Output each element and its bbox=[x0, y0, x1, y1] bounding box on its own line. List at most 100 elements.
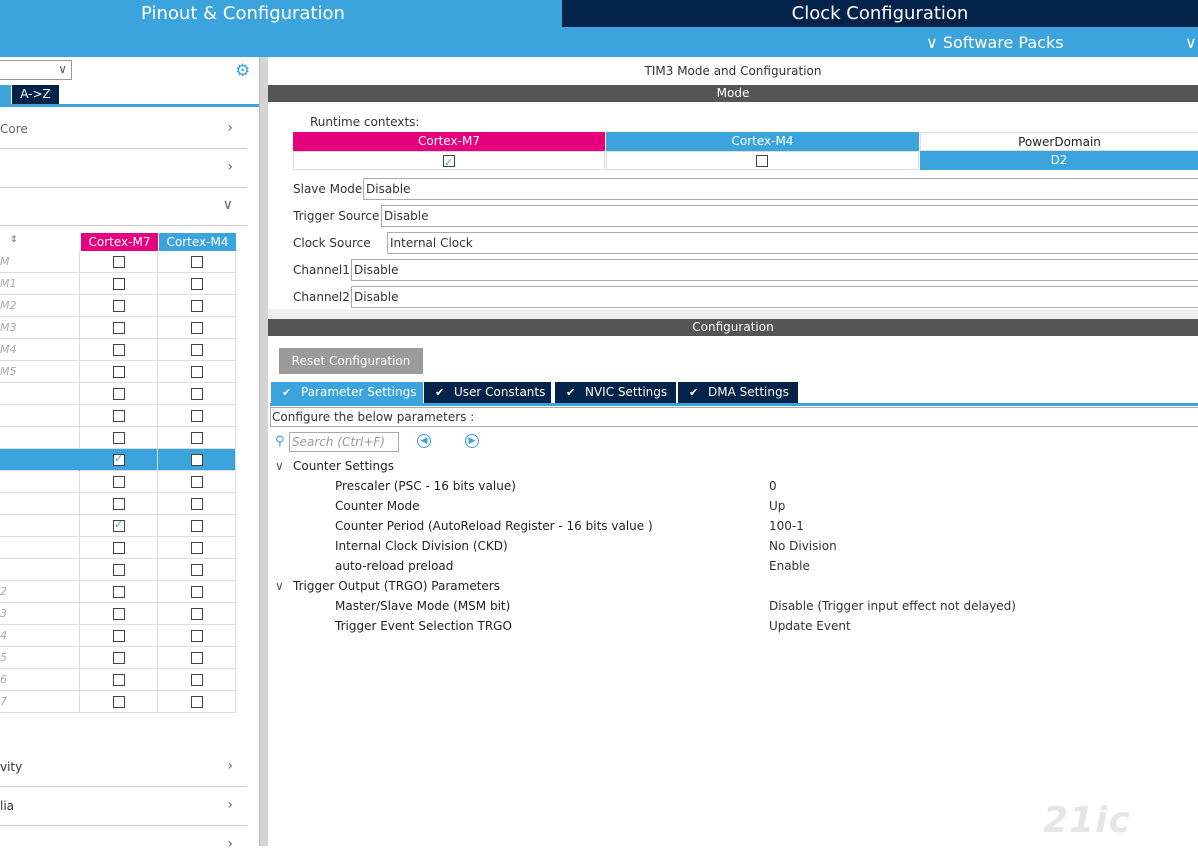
table-row[interactable]: 5 bbox=[0, 647, 236, 669]
category-connectivity[interactable]: vity › bbox=[0, 749, 247, 787]
chevron-down-icon[interactable]: ∨ bbox=[1185, 33, 1197, 52]
param-value[interactable]: 0 bbox=[769, 479, 777, 493]
table-row[interactable] bbox=[0, 559, 236, 581]
cortex-m4-checkbox[interactable] bbox=[191, 344, 203, 356]
clock-source-select[interactable]: Internal Clock bbox=[387, 232, 1198, 254]
tab-dma-settings[interactable]: ✔ DMA Settings bbox=[678, 382, 798, 403]
table-row[interactable] bbox=[0, 405, 236, 427]
cortex-m4-checkbox[interactable] bbox=[191, 652, 203, 664]
tab-user-constants[interactable]: ✔ User Constants bbox=[424, 382, 551, 403]
slave-mode-select[interactable]: Disable bbox=[363, 178, 1198, 200]
cortex-m4-checkbox[interactable] bbox=[191, 432, 203, 444]
table-row[interactable] bbox=[0, 515, 236, 537]
table-row[interactable] bbox=[0, 383, 236, 405]
tab-parameter-settings[interactable]: ✔ Parameter Settings bbox=[271, 382, 423, 403]
group-trigger-output[interactable]: ∨ Trigger Output (TRGO) Parameters bbox=[275, 579, 500, 593]
category-core[interactable]: Core › bbox=[0, 111, 247, 149]
cortex-m4-checkbox[interactable] bbox=[191, 630, 203, 642]
category-select[interactable]: ∨ bbox=[0, 60, 72, 80]
search-input[interactable]: Search (Ctrl+F) bbox=[289, 432, 399, 452]
cortex-m7-checkbox[interactable] bbox=[113, 674, 125, 686]
cortex-m7-checkbox[interactable] bbox=[113, 498, 125, 510]
category-item[interactable]: › bbox=[0, 827, 247, 865]
cortex-m7-checkbox[interactable] bbox=[113, 432, 125, 444]
channel2-select[interactable]: Disable bbox=[351, 286, 1198, 308]
cortex-m7-checkbox[interactable] bbox=[113, 410, 125, 422]
cortex-m4-checkbox[interactable] bbox=[191, 278, 203, 290]
cortex-m4-checkbox[interactable] bbox=[191, 476, 203, 488]
table-row[interactable]: M4 bbox=[0, 339, 236, 361]
table-row[interactable]: M2 bbox=[0, 295, 236, 317]
cortex-m7-checkbox[interactable] bbox=[113, 518, 125, 532]
gear-icon[interactable]: ⚙ bbox=[235, 61, 250, 81]
cortex-m7-checkbox[interactable] bbox=[113, 366, 125, 378]
cortex-m7-checkbox[interactable] bbox=[113, 300, 125, 312]
param-value[interactable]: Disable (Trigger input effect not delaye… bbox=[769, 599, 1016, 613]
context-m7-checkbox[interactable] bbox=[443, 153, 455, 172]
cortex-m7-checkbox[interactable] bbox=[113, 476, 125, 488]
context-m4-checkbox[interactable] bbox=[756, 155, 768, 167]
category-item-expanded[interactable]: ∨ bbox=[0, 188, 247, 226]
cortex-m4-checkbox[interactable] bbox=[191, 498, 203, 510]
az-sort-tab[interactable]: A->Z bbox=[12, 85, 59, 104]
cortex-m4-checkbox[interactable] bbox=[191, 256, 203, 268]
category-item[interactable]: › bbox=[0, 150, 247, 188]
sort-header[interactable]: ⇕ bbox=[0, 233, 80, 251]
cortex-m4-checkbox[interactable] bbox=[191, 674, 203, 686]
param-value[interactable]: No Division bbox=[769, 539, 837, 553]
table-row[interactable]: M bbox=[0, 251, 236, 273]
cortex-m4-checkbox[interactable] bbox=[191, 542, 203, 554]
table-row[interactable] bbox=[0, 493, 236, 515]
cortex-m4-checkbox[interactable] bbox=[191, 520, 203, 532]
param-value[interactable]: Update Event bbox=[769, 619, 851, 633]
cortex-m4-checkbox[interactable] bbox=[191, 586, 203, 598]
table-row[interactable]: 3 bbox=[0, 603, 236, 625]
table-row[interactable] bbox=[0, 471, 236, 493]
tab-nvic-settings[interactable]: ✔ NVIC Settings bbox=[555, 382, 676, 403]
cortex-m7-checkbox[interactable] bbox=[113, 630, 125, 642]
category-multimedia[interactable]: lia › bbox=[0, 788, 247, 826]
cortex-m7-checkbox[interactable] bbox=[113, 608, 125, 620]
table-row[interactable]: 6 bbox=[0, 669, 236, 691]
cortex-m4-checkbox[interactable] bbox=[191, 608, 203, 620]
trigger-source-select[interactable]: Disable bbox=[381, 205, 1198, 227]
search-next-icon[interactable]: ▶ bbox=[465, 434, 479, 448]
cortex-m7-checkbox[interactable] bbox=[113, 564, 125, 576]
reset-configuration-button[interactable]: Reset Configuration bbox=[279, 348, 423, 374]
cortex-m7-checkbox[interactable] bbox=[113, 344, 125, 356]
param-value[interactable]: 100-1 bbox=[769, 519, 804, 533]
panel-splitter[interactable] bbox=[259, 57, 268, 846]
param-value[interactable]: Enable bbox=[769, 559, 810, 573]
table-row[interactable]: M5 bbox=[0, 361, 236, 383]
cortex-m7-checkbox[interactable] bbox=[113, 652, 125, 664]
table-row[interactable]: M3 bbox=[0, 317, 236, 339]
cortex-m4-checkbox[interactable] bbox=[191, 322, 203, 334]
param-value[interactable]: Up bbox=[769, 499, 785, 513]
cortex-m4-checkbox[interactable] bbox=[191, 410, 203, 422]
group-counter-settings[interactable]: ∨ Counter Settings bbox=[275, 459, 394, 473]
cortex-m7-checkbox[interactable] bbox=[113, 542, 125, 554]
cortex-m7-checkbox[interactable] bbox=[113, 322, 125, 334]
tab-clock-configuration[interactable]: Clock Configuration bbox=[562, 0, 1198, 27]
cortex-m4-checkbox[interactable] bbox=[191, 366, 203, 378]
channel1-select[interactable]: Disable bbox=[351, 259, 1198, 281]
table-row[interactable]: 7 bbox=[0, 691, 236, 713]
cortex-m7-checkbox[interactable] bbox=[113, 256, 125, 268]
table-row[interactable]: 4 bbox=[0, 625, 236, 647]
cortex-m7-checkbox[interactable] bbox=[113, 278, 125, 290]
cortex-m4-checkbox[interactable] bbox=[191, 300, 203, 312]
table-row[interactable] bbox=[0, 427, 236, 449]
cortex-m4-checkbox[interactable] bbox=[191, 564, 203, 576]
table-row[interactable] bbox=[0, 537, 236, 559]
table-row[interactable] bbox=[0, 449, 236, 471]
search-previous-icon[interactable]: ◀ bbox=[417, 434, 431, 448]
cortex-m7-checkbox[interactable] bbox=[113, 388, 125, 400]
table-row[interactable]: M1 bbox=[0, 273, 236, 295]
cortex-m4-checkbox[interactable] bbox=[191, 388, 203, 400]
cortex-m7-checkbox[interactable] bbox=[113, 586, 125, 598]
table-row[interactable]: 2 bbox=[0, 581, 236, 603]
cortex-m7-checkbox[interactable] bbox=[113, 452, 125, 466]
cortex-m4-checkbox[interactable] bbox=[191, 454, 203, 466]
categories-tab[interactable] bbox=[0, 85, 11, 104]
software-packs-menu[interactable]: ∨ Software Packs bbox=[926, 33, 1064, 52]
